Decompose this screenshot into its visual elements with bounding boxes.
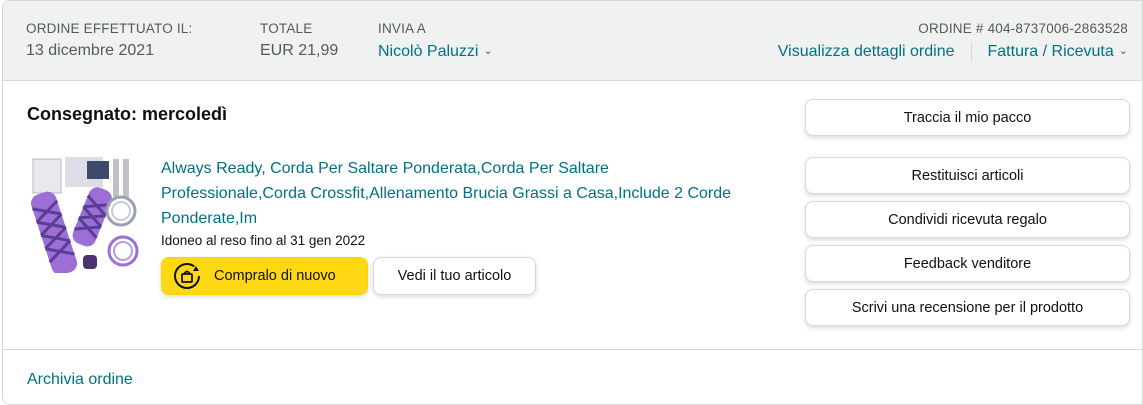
write-review-button[interactable]: Scrivi una recensione per il prodotto: [805, 289, 1130, 326]
chevron-down-icon: ⌄: [1118, 45, 1128, 57]
return-items-button[interactable]: Restituisci articoli: [805, 157, 1130, 194]
order-header: ORDINE EFFETTUATO IL: 13 dicembre 2021 T…: [3, 1, 1142, 81]
order-total-label: TOTALE: [260, 21, 313, 36]
return-items-label: Restituisci articoli: [911, 167, 1024, 184]
write-review-label: Scrivi una recensione per il prodotto: [851, 299, 1084, 316]
ship-to-link[interactable]: Nicolò Paluzzi ⌄: [378, 41, 493, 62]
order-total-value: EUR 21,99: [260, 42, 339, 59]
seller-feedback-label: Feedback venditore: [903, 255, 1032, 272]
order-date-block: ORDINE EFFETTUATO IL: 13 dicembre 2021: [26, 20, 192, 61]
share-gift-receipt-label: Condividi ricevuta regalo: [888, 211, 1047, 228]
product-title-link[interactable]: Always Ready, Corda Per Saltare Ponderat…: [161, 156, 751, 231]
ship-to-block: INVIA A Nicolò Paluzzi ⌄: [378, 20, 493, 62]
delivery-status: Consegnato: mercoledì: [27, 104, 228, 124]
buy-again-icon: [174, 263, 200, 289]
view-item-label: Vedi il tuo articolo: [397, 268, 512, 284]
seller-feedback-button[interactable]: Feedback venditore: [805, 245, 1130, 282]
share-gift-receipt-button[interactable]: Condividi ricevuta regalo: [805, 201, 1130, 238]
view-order-details-link[interactable]: Visualizza dettagli ordine: [778, 42, 955, 62]
chevron-down-icon: ⌄: [483, 45, 493, 57]
order-date-value: 13 dicembre 2021: [26, 42, 155, 59]
archive-order-link[interactable]: Archivia ordine: [27, 371, 133, 389]
track-package-label: Traccia il mio pacco: [903, 109, 1032, 126]
ship-to-name: Nicolò Paluzzi: [378, 43, 479, 60]
return-eligibility: Idoneo al reso fino al 31 gen 2022: [161, 233, 366, 248]
track-package-button[interactable]: Traccia il mio pacco: [805, 99, 1130, 136]
order-date-label: ORDINE EFFETTUATO IL:: [26, 21, 193, 36]
header-links: Visualizza dettagli ordine Fattura / Ric…: [778, 41, 1128, 62]
view-item-button[interactable]: Vedi il tuo articolo: [373, 257, 536, 295]
footer-divider: [3, 349, 1142, 350]
order-card: ORDINE EFFETTUATO IL: 13 dicembre 2021 T…: [2, 0, 1143, 405]
product-image[interactable]: [31, 155, 139, 273]
invoice-link[interactable]: Fattura / Ricevuta ⌄: [988, 41, 1129, 62]
buy-again-button[interactable]: Compralo di nuovo: [161, 257, 368, 295]
header-link-separator: [970, 42, 972, 61]
order-total-block: TOTALE EUR 21,99: [260, 20, 338, 61]
ship-to-label: INVIA A: [378, 21, 426, 36]
invoice-label: Fattura / Ricevuta: [987, 43, 1114, 60]
buy-again-label: Compralo di nuovo: [214, 268, 336, 284]
order-number: ORDINE # 404-8737006-2863528: [918, 21, 1128, 36]
